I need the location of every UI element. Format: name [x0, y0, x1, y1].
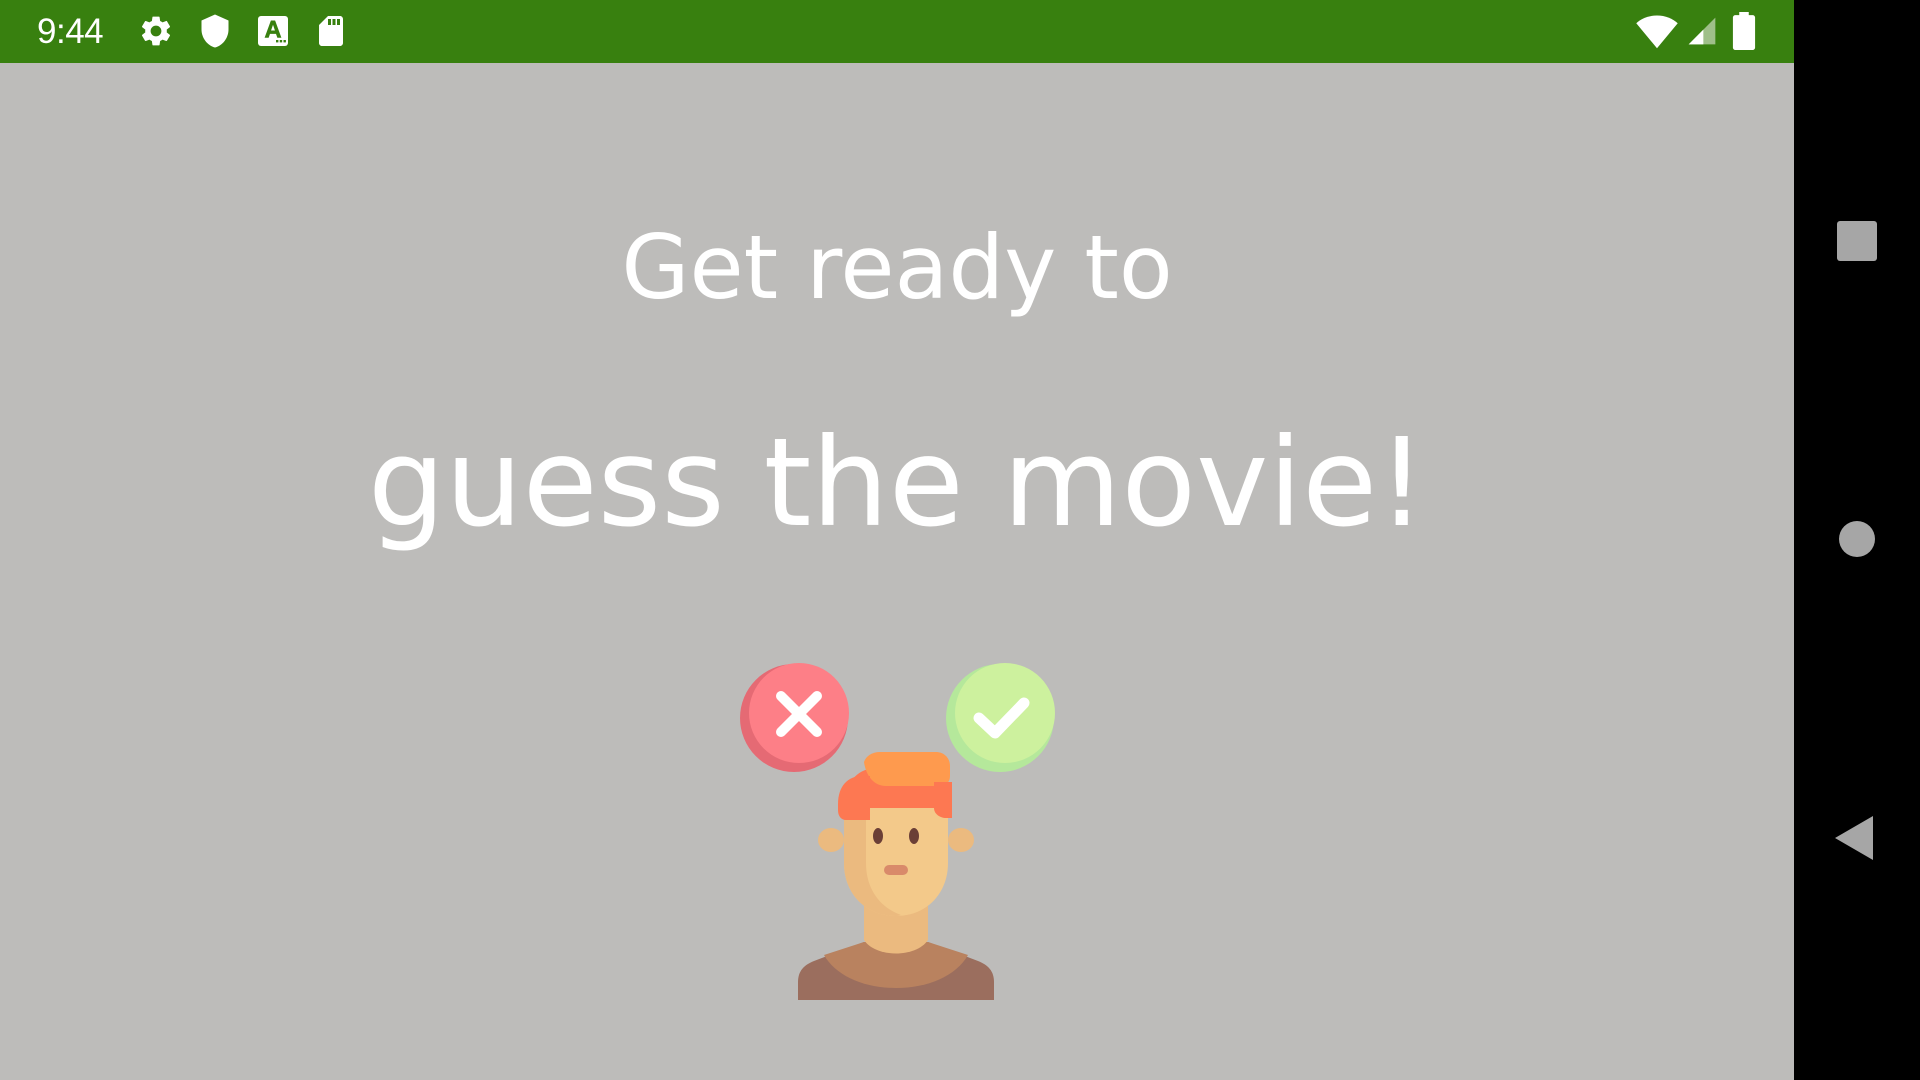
guess-illustration	[736, 658, 1056, 1000]
person-avatar	[798, 752, 994, 1000]
headline-line-2: guess the movie!	[367, 412, 1427, 554]
status-time: 9:44	[37, 12, 104, 51]
recents-button[interactable]	[1827, 211, 1887, 271]
circle-icon	[1839, 521, 1875, 557]
main-content: Get ready to guess the movie!	[0, 63, 1794, 1080]
wifi-icon	[1636, 12, 1678, 50]
sd-card-icon	[313, 13, 349, 49]
status-bar: 9:44	[0, 0, 1794, 63]
square-icon	[1837, 221, 1877, 261]
x-mark-icon	[740, 663, 849, 772]
text-a-icon	[255, 13, 291, 49]
check-mark-icon	[946, 663, 1055, 772]
battery-icon	[1730, 12, 1758, 50]
shield-icon	[197, 13, 233, 49]
back-button[interactable]	[1827, 808, 1887, 868]
headline-line-1: Get ready to	[621, 216, 1173, 319]
back-triangle-icon	[1835, 816, 1873, 860]
cell-signal-icon	[1686, 13, 1718, 49]
home-button[interactable]	[1827, 509, 1887, 569]
app-screen: 9:44 Get ready to guess the movie!	[0, 0, 1794, 1080]
navigation-bar	[1794, 0, 1920, 1080]
settings-icon	[138, 13, 174, 49]
